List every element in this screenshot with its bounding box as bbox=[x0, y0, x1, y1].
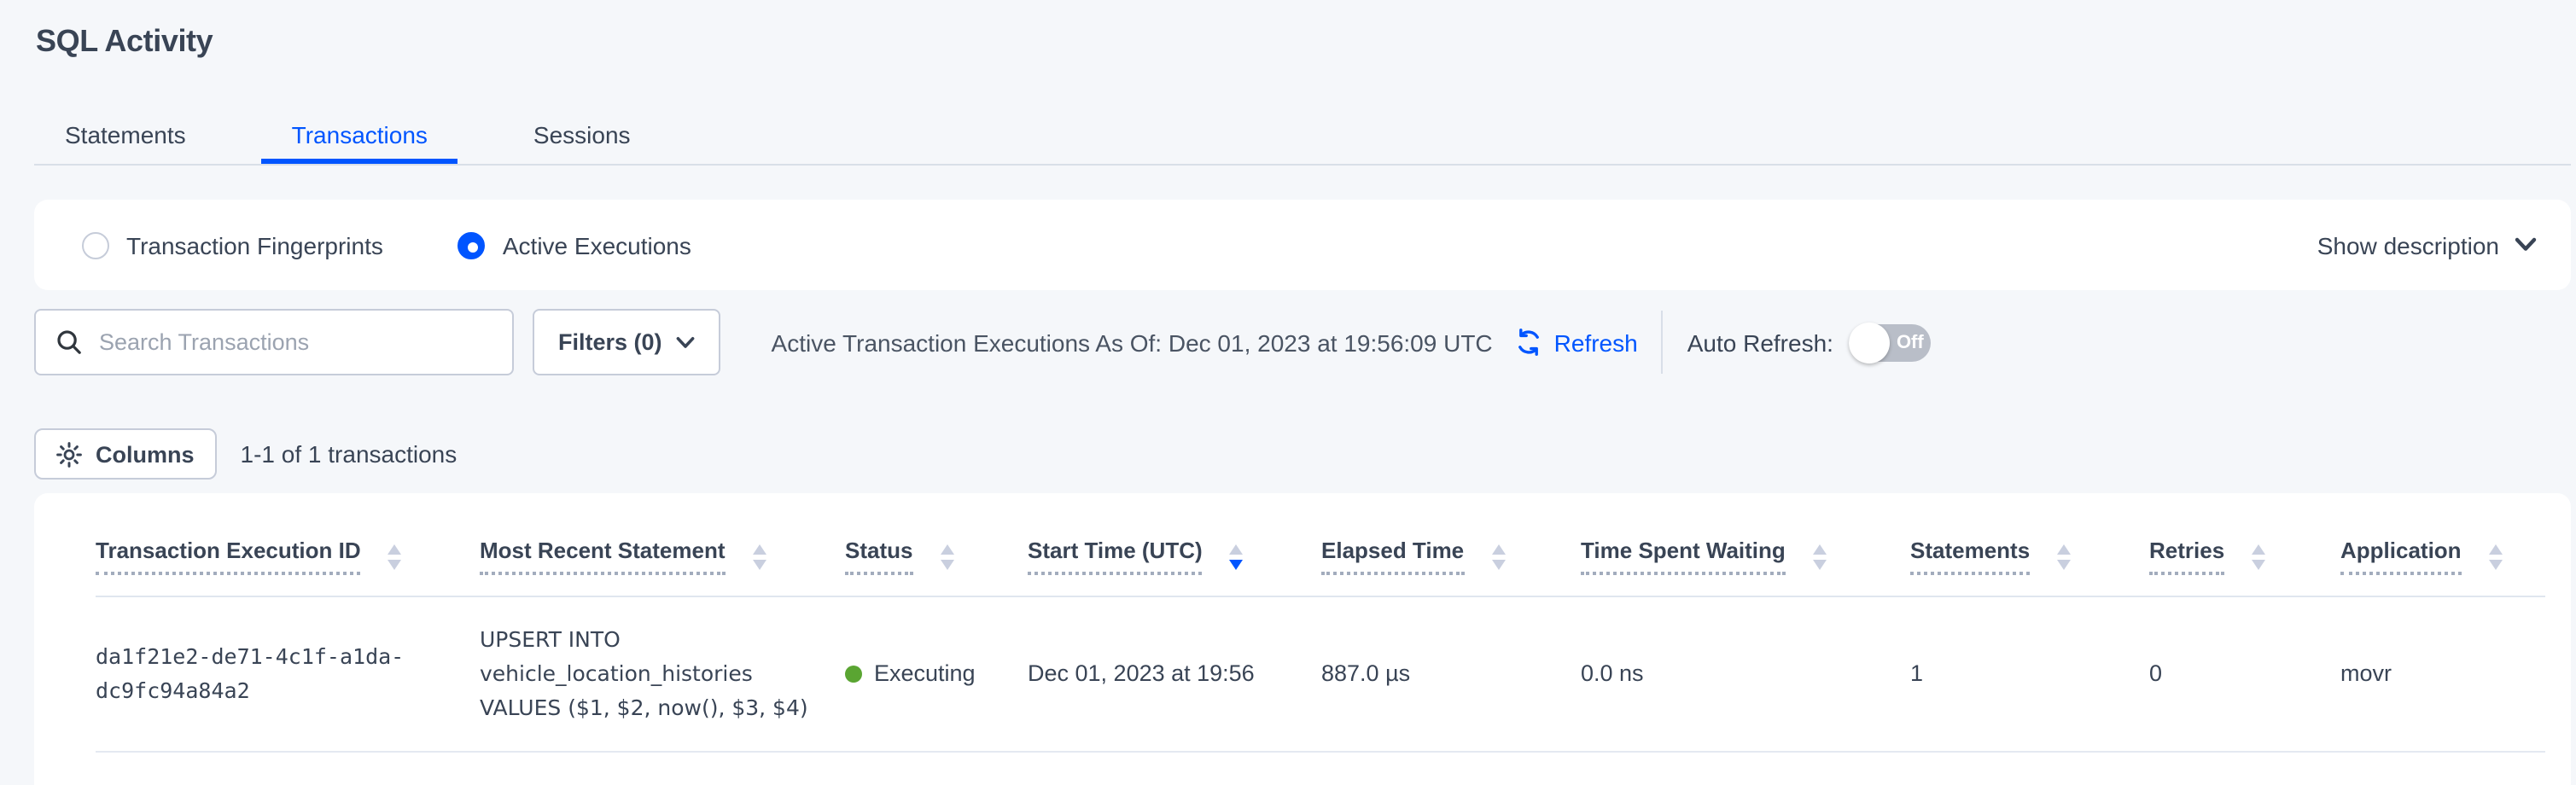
cell-start-time: Dec 01, 2023 at 19:56 bbox=[1028, 596, 1321, 752]
sort-icon bbox=[940, 544, 953, 569]
view-mode-panel: Transaction Fingerprints Active Executio… bbox=[34, 200, 2571, 290]
as-of-text: Active Transaction Executions As Of: Dec… bbox=[772, 329, 1493, 356]
column-header-elapsed-time[interactable]: Elapsed Time bbox=[1321, 493, 1581, 596]
radio-label: Active Executions bbox=[503, 231, 691, 259]
radio-transaction-fingerprints[interactable]: Transaction Fingerprints bbox=[82, 231, 383, 259]
cell-application: movr bbox=[2340, 596, 2545, 752]
vertical-divider bbox=[1662, 311, 1664, 374]
filters-button-label: Filters (0) bbox=[558, 329, 662, 355]
column-header-most-recent-statement[interactable]: Most Recent Statement bbox=[480, 493, 845, 596]
column-header-status[interactable]: Status bbox=[845, 493, 1028, 596]
auto-refresh-label: Auto Refresh: bbox=[1687, 329, 1833, 356]
filters-button[interactable]: Filters (0) bbox=[533, 309, 720, 375]
gear-icon bbox=[56, 441, 82, 467]
column-header-transaction-execution-id[interactable]: Transaction Execution ID bbox=[96, 493, 480, 596]
cell-elapsed-time: 887.0 µs bbox=[1321, 596, 1581, 752]
cell-most-recent-statement: UPSERT INTO vehicle_location_histories V… bbox=[480, 596, 845, 752]
tab-statements[interactable]: Statements bbox=[34, 111, 217, 164]
column-header-application[interactable]: Application bbox=[2340, 493, 2545, 596]
sort-icon bbox=[1813, 544, 1827, 569]
search-icon bbox=[56, 329, 82, 355]
sort-icon bbox=[2252, 544, 2265, 569]
show-description-toggle[interactable]: Show description bbox=[2317, 231, 2537, 259]
cell-transaction-execution-id[interactable]: da1f21e2-de71-4c1f-a1da-dc9fc94a84a2 bbox=[96, 596, 480, 752]
cell-retries: 0 bbox=[2149, 596, 2340, 752]
transactions-table: Transaction Execution ID Most Recent Sta… bbox=[96, 493, 2545, 753]
tab-transactions[interactable]: Transactions bbox=[261, 111, 458, 164]
table-row: da1f21e2-de71-4c1f-a1da-dc9fc94a84a2 UPS… bbox=[96, 596, 2545, 752]
radio-circle-icon bbox=[458, 231, 486, 259]
search-input[interactable] bbox=[99, 329, 495, 355]
table-toolbar: Columns 1-1 of 1 transactions bbox=[34, 428, 2571, 480]
result-count: 1-1 of 1 transactions bbox=[241, 440, 458, 468]
transactions-table-panel: Transaction Execution ID Most Recent Sta… bbox=[34, 493, 2571, 785]
sort-icon bbox=[1491, 544, 1505, 569]
show-description-label: Show description bbox=[2317, 231, 2499, 259]
column-header-time-spent-waiting[interactable]: Time Spent Waiting bbox=[1581, 493, 1910, 596]
toggle-state-label: Off bbox=[1897, 323, 1924, 361]
refresh-label: Refresh bbox=[1554, 329, 1638, 356]
sort-icon bbox=[1230, 544, 1244, 569]
controls-row: Filters (0) Active Transaction Execution… bbox=[34, 309, 2571, 375]
sort-icon bbox=[388, 544, 402, 569]
chevron-down-icon bbox=[2515, 237, 2537, 253]
executing-status-dot-icon bbox=[845, 666, 862, 683]
radio-active-executions[interactable]: Active Executions bbox=[458, 231, 691, 259]
auto-refresh-toggle[interactable]: Off bbox=[1849, 323, 1931, 361]
toggle-knob bbox=[1849, 322, 1890, 363]
tab-bar: Statements Transactions Sessions bbox=[34, 113, 2571, 166]
column-header-retries[interactable]: Retries bbox=[2149, 493, 2340, 596]
columns-button-label: Columns bbox=[96, 441, 195, 467]
sql-activity-page: SQL Activity Statements Transactions Ses… bbox=[0, 0, 2576, 785]
column-header-statements[interactable]: Statements bbox=[1910, 493, 2149, 596]
tab-sessions[interactable]: Sessions bbox=[503, 111, 661, 164]
cell-status: Executing bbox=[845, 596, 1028, 752]
columns-button[interactable]: Columns bbox=[34, 428, 217, 480]
sort-icon bbox=[2057, 544, 2071, 569]
radio-label: Transaction Fingerprints bbox=[126, 231, 383, 259]
chevron-down-icon bbox=[676, 335, 695, 349]
sort-icon bbox=[753, 544, 766, 569]
refresh-icon bbox=[1515, 328, 1544, 357]
cell-time-spent-waiting: 0.0 ns bbox=[1581, 596, 1910, 752]
cell-statements: 1 bbox=[1910, 596, 2149, 752]
column-header-start-time[interactable]: Start Time (UTC) bbox=[1028, 493, 1321, 596]
radio-circle-icon bbox=[82, 231, 109, 259]
status-label: Executing bbox=[874, 657, 976, 691]
table-header-row: Transaction Execution ID Most Recent Sta… bbox=[96, 493, 2545, 596]
sort-icon bbox=[2489, 544, 2503, 569]
search-input-wrapper[interactable] bbox=[34, 309, 514, 375]
screenshot-stage: SQL Activity Statements Transactions Ses… bbox=[0, 0, 2576, 785]
refresh-button[interactable]: Refresh bbox=[1515, 328, 1638, 357]
page-title: SQL Activity bbox=[0, 0, 2576, 61]
